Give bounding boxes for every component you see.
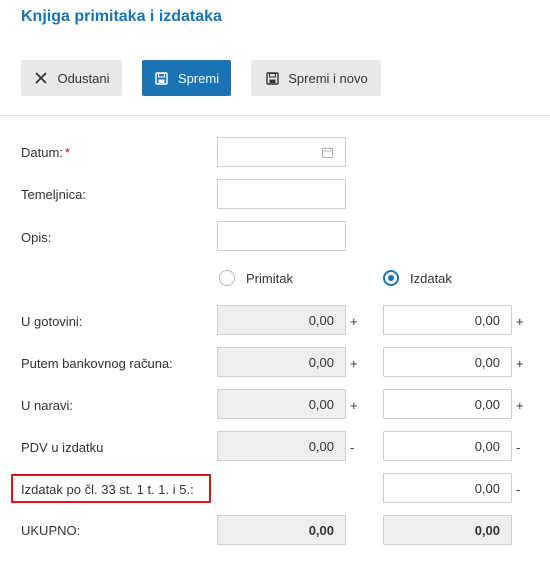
ledger-field[interactable] [217, 179, 346, 209]
cancel-button[interactable]: Odustani [21, 60, 122, 96]
radio-izdatak-circle[interactable] [383, 270, 399, 286]
plus-sign: + [350, 398, 358, 413]
plus-sign: + [516, 398, 524, 413]
bank-expense-value: 0,00 [474, 355, 500, 370]
ledger-label: Temeljnica: [21, 187, 87, 202]
save-and-new-button[interactable]: Spremi i novo [251, 60, 381, 96]
bank-receipt-value: 0,00 [308, 355, 334, 370]
floppy-disk-icon [264, 70, 280, 86]
in-kind-expense-field[interactable]: 0,00 [383, 389, 512, 419]
save-button-label: Spremi [177, 70, 220, 86]
radio-primitak-label: Primitak [246, 270, 293, 286]
vat-receipt-value: 0,00 [308, 439, 334, 454]
save-and-new-button-label: Spremi i novo [288, 70, 368, 86]
vat-receipt-field: 0,00 [217, 431, 346, 461]
cash-receipt-value: 0,00 [308, 313, 334, 328]
plus-sign: + [350, 314, 358, 329]
article-33-expense-value: 0,00 [474, 481, 500, 496]
page-header: Knjiga primitaka i izdataka [0, 0, 550, 40]
date-label-text: Datum: [21, 145, 63, 160]
radio-izdatak-label: Izdatak [410, 270, 452, 286]
in-kind-receipt-value: 0,00 [308, 397, 334, 412]
total-expense-field: 0,00 [383, 515, 512, 545]
vat-expense-value: 0,00 [474, 439, 500, 454]
date-field[interactable] [217, 137, 346, 167]
article-33-expense-field[interactable]: 0,00 [383, 473, 512, 503]
vat-expense-field[interactable]: 0,00 [383, 431, 512, 461]
plus-sign: + [350, 356, 358, 371]
minus-sign: - [516, 482, 521, 497]
minus-sign: - [350, 440, 355, 455]
in-kind-receipt-field: 0,00 [217, 389, 346, 419]
article-33-label: Izdatak po čl. 33 st. 1 t. 1. i 5.: [21, 482, 194, 497]
description-label: Opis: [21, 230, 52, 245]
page-title: Knjiga primitaka i izdataka [21, 8, 222, 25]
save-button[interactable]: Spremi [142, 60, 231, 96]
radio-primitak[interactable]: Primitak [219, 270, 293, 286]
bank-receipt-field: 0,00 [217, 347, 346, 377]
date-label: Datum: * [21, 145, 70, 160]
required-marker: * [64, 145, 70, 160]
floppy-disk-icon [154, 70, 170, 86]
cash-expense-value: 0,00 [474, 313, 500, 328]
toolbar: Odustani Spremi Spremi i novo [0, 40, 550, 116]
bank-label: Putem bankovnog računa: [21, 356, 173, 371]
close-icon [33, 70, 49, 86]
plus-sign: + [516, 356, 524, 371]
cash-receipt-field: 0,00 [217, 305, 346, 335]
in-kind-expense-value: 0,00 [474, 397, 500, 412]
vat-label: PDV u izdatku [21, 440, 104, 455]
minus-sign: - [516, 440, 521, 455]
radio-izdatak[interactable]: Izdatak [383, 270, 452, 286]
total-receipt-field: 0,00 [217, 515, 346, 545]
radio-primitak-circle[interactable] [219, 270, 235, 286]
plus-sign: + [516, 314, 524, 329]
in-kind-label: U naravi: [21, 398, 74, 413]
total-label: UKUPNO: [21, 523, 81, 538]
cancel-button-label: Odustani [57, 70, 110, 86]
calendar-icon[interactable] [322, 146, 333, 161]
total-expense-value: 0,00 [474, 523, 500, 538]
cash-label: U gotovini: [21, 314, 83, 329]
bank-expense-field[interactable]: 0,00 [383, 347, 512, 377]
total-receipt-value: 0,00 [308, 523, 334, 538]
cash-expense-field[interactable]: 0,00 [383, 305, 512, 335]
description-field[interactable] [217, 221, 346, 251]
